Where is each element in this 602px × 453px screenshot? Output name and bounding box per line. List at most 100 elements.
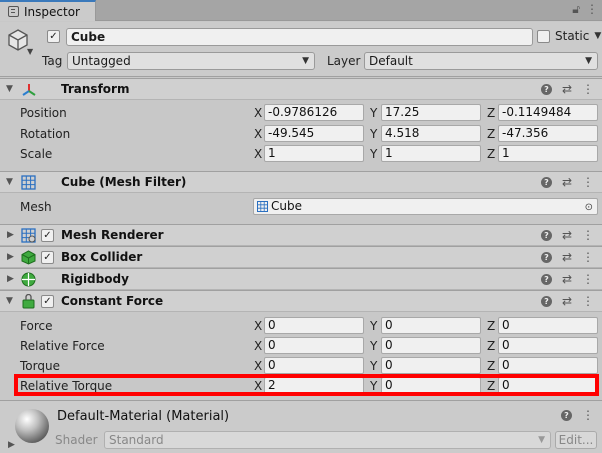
y-value-field[interactable]: 0 [381, 337, 481, 354]
z-axis-label[interactable]: Z [487, 339, 495, 353]
object-icon-dropdown-icon[interactable]: ▼ [27, 47, 33, 56]
field-label: Scale [20, 147, 53, 161]
highlight-box [14, 374, 599, 396]
presets-icon[interactable]: ⇄ [562, 175, 572, 189]
static-checkbox[interactable] [537, 29, 550, 43]
context-menu-icon[interactable]: ⋮ [582, 175, 594, 189]
presets-icon[interactable]: ⇄ [562, 82, 572, 96]
x-value-field[interactable]: -0.9786126 [264, 104, 364, 121]
chevron-down-icon: ▼ [302, 56, 309, 66]
foldout-collapsed-icon[interactable]: ▶ [8, 440, 15, 450]
mesh-renderer-header[interactable]: ▶ ✓ Mesh Renderer ? ⇄ ⋮ [0, 224, 602, 246]
y-value-field[interactable]: 17.25 [381, 104, 481, 121]
rigidbody-header[interactable]: ▶ Rigidbody ? ⇄ ⋮ [0, 268, 602, 290]
x-axis-label[interactable]: X [254, 127, 262, 141]
x-value-field[interactable]: 1 [264, 145, 364, 162]
object-picker-icon[interactable]: ⊙ [585, 200, 593, 215]
y-value-field[interactable]: 0 [381, 357, 481, 374]
x-axis-label[interactable]: X [254, 106, 262, 120]
x-value-field[interactable]: 0 [264, 357, 364, 374]
y-value-field[interactable]: 0 [381, 317, 481, 334]
x-value-field[interactable]: 0 [264, 337, 364, 354]
context-menu-icon[interactable]: ⋮ [582, 408, 594, 422]
box-collider-enabled-checkbox[interactable]: ✓ [41, 251, 54, 264]
context-menu-icon[interactable]: ⋮ [582, 228, 594, 242]
x-axis-label[interactable]: X [254, 319, 262, 333]
help-icon[interactable]: ? [540, 252, 552, 263]
tag-value: Untagged [72, 54, 131, 68]
y-axis-label[interactable]: Y [370, 339, 377, 353]
x-axis-label[interactable]: X [254, 147, 262, 161]
foldout-expanded-icon[interactable]: ▼ [6, 296, 13, 306]
rigidbody-title: Rigidbody [61, 272, 129, 286]
z-axis-label[interactable]: Z [487, 147, 495, 161]
help-icon[interactable]: ? [540, 296, 552, 307]
foldout-collapsed-icon[interactable]: ▶ [7, 274, 14, 284]
presets-icon[interactable]: ⇄ [562, 294, 572, 308]
foldout-expanded-icon[interactable]: ▼ [6, 177, 13, 187]
lock-icon[interactable]: 🔓︎ [572, 2, 580, 17]
component-tools: ? ⇄ ⋮ [540, 250, 594, 264]
menu-icon[interactable]: ⋮ [586, 2, 598, 17]
z-axis-label[interactable]: Z [487, 319, 495, 333]
static-toggle[interactable]: Static ▼ [537, 29, 601, 43]
x-axis-label[interactable]: X [254, 339, 262, 353]
tab-inspector[interactable]: Inspector [0, 0, 96, 21]
mesh-object-field[interactable]: Cube ⊙ [253, 198, 598, 215]
z-value-field[interactable]: 0 [498, 317, 598, 334]
box-collider-header[interactable]: ▶ ✓ Box Collider ? ⇄ ⋮ [0, 246, 602, 268]
y-value-field[interactable]: 1 [381, 145, 481, 162]
x-axis-label[interactable]: X [254, 359, 262, 373]
transform-header[interactable]: ▼ Transform ? ⇄ ⋮ [0, 78, 602, 100]
help-icon[interactable]: ? [540, 177, 552, 188]
z-value-field[interactable]: 0 [498, 357, 598, 374]
foldout-collapsed-icon[interactable]: ▶ [7, 230, 14, 240]
help-icon[interactable]: ? [540, 84, 552, 95]
presets-icon[interactable]: ⇄ [562, 250, 572, 264]
field-label: Rotation [20, 127, 71, 141]
layer-dropdown[interactable]: Default ▼ [364, 52, 598, 70]
z-value-field[interactable]: -47.356 [498, 125, 598, 142]
context-menu-icon[interactable]: ⋮ [582, 250, 594, 264]
y-axis-label[interactable]: Y [370, 147, 377, 161]
y-axis-label[interactable]: Y [370, 319, 377, 333]
presets-icon[interactable]: ⇄ [562, 228, 572, 242]
edit-shader-button[interactable]: Edit... [555, 431, 597, 449]
z-value-field[interactable]: -0.1149484 [498, 104, 598, 121]
x-value-field[interactable]: 0 [264, 317, 364, 334]
chevron-down-icon: ▼ [538, 435, 545, 445]
x-value-field[interactable]: -49.545 [264, 125, 364, 142]
mesh-renderer-enabled-checkbox[interactable]: ✓ [41, 229, 54, 242]
constant-force-enabled-checkbox[interactable]: ✓ [41, 295, 54, 308]
constant-force-header[interactable]: ▼ ✓ Constant Force ? ⇄ ⋮ [0, 290, 602, 312]
tag-label: Tag [42, 54, 63, 68]
z-axis-label[interactable]: Z [487, 106, 495, 120]
active-checkbox[interactable]: ✓ [47, 30, 60, 43]
foldout-collapsed-icon[interactable]: ▶ [7, 252, 14, 262]
context-menu-icon[interactable]: ⋮ [582, 294, 594, 308]
shader-value: Standard [109, 433, 164, 447]
help-icon[interactable]: ? [540, 230, 552, 241]
field-label: Torque [20, 359, 60, 373]
z-value-field[interactable]: 1 [498, 145, 598, 162]
y-axis-label[interactable]: Y [370, 127, 377, 141]
help-icon[interactable]: ? [561, 410, 572, 421]
foldout-expanded-icon[interactable]: ▼ [6, 84, 13, 94]
tab-actions: 🔓︎ ⋮ [572, 2, 598, 17]
object-name-input[interactable]: Cube [66, 28, 533, 46]
help-icon[interactable]: ? [540, 274, 552, 285]
shader-dropdown[interactable]: Standard ▼ [104, 431, 551, 449]
mesh-filter-header[interactable]: ▼ Cube (Mesh Filter) ? ⇄ ⋮ [0, 171, 602, 193]
z-axis-label[interactable]: Z [487, 359, 495, 373]
y-axis-label[interactable]: Y [370, 359, 377, 373]
context-menu-icon[interactable]: ⋮ [582, 272, 594, 286]
z-value-field[interactable]: 0 [498, 337, 598, 354]
z-axis-label[interactable]: Z [487, 127, 495, 141]
context-menu-icon[interactable]: ⋮ [582, 82, 594, 96]
static-dropdown-icon[interactable]: ▼ [594, 31, 601, 41]
y-axis-label[interactable]: Y [370, 106, 377, 120]
material-title: Default-Material (Material) [57, 409, 230, 424]
y-value-field[interactable]: 4.518 [381, 125, 481, 142]
tag-dropdown[interactable]: Untagged ▼ [67, 52, 315, 70]
presets-icon[interactable]: ⇄ [562, 272, 572, 286]
